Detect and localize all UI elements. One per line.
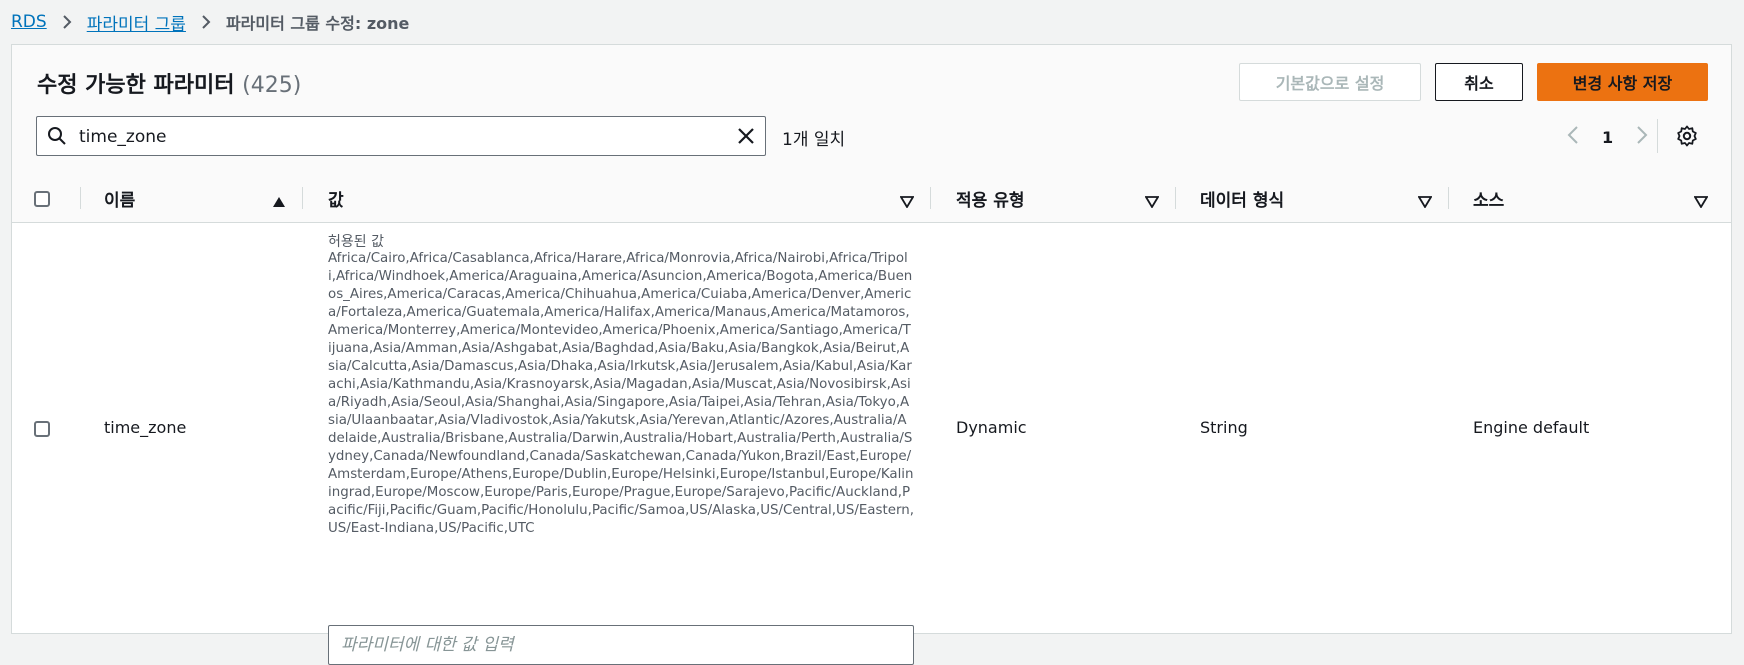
panel-title: 수정 가능한 파라미터 (425) bbox=[37, 67, 301, 99]
save-changes-button[interactable]: 변경 사항 저장 bbox=[1537, 63, 1708, 101]
column-header-label: 데이터 형식 bbox=[1200, 191, 1285, 211]
column-divider bbox=[302, 187, 303, 209]
current-page-number[interactable]: 1 bbox=[1602, 128, 1613, 147]
column-header-label: 소스 bbox=[1473, 191, 1505, 211]
row-select-cell bbox=[34, 421, 50, 437]
table-header: 이름 값 적용 유형 데이터 형식 소스 bbox=[12, 175, 1731, 223]
column-divider bbox=[80, 187, 81, 209]
data-type-value: String bbox=[1200, 418, 1248, 437]
chevron-right-icon bbox=[61, 14, 73, 30]
column-header-label: 값 bbox=[328, 191, 344, 211]
column-divider bbox=[1175, 187, 1176, 209]
panel-header: 수정 가능한 파라미터 (425) 기본값으로 설정 취소 변경 사항 저장 1… bbox=[12, 45, 1731, 176]
row-checkbox[interactable] bbox=[34, 421, 50, 437]
parameter-name: time_zone bbox=[104, 418, 187, 437]
sort-descending-icon[interactable] bbox=[1417, 193, 1433, 213]
select-all-cell bbox=[34, 175, 50, 222]
column-header-source[interactable]: 소스 bbox=[1473, 175, 1504, 222]
column-header-label: 적용 유형 bbox=[956, 191, 1025, 211]
table-row: time_zone 허용된 값 Africa/Cairo,Africa/Casa… bbox=[12, 223, 1731, 665]
search-icon bbox=[47, 126, 67, 150]
apply-type-value: Dynamic bbox=[956, 418, 1027, 437]
breadcrumb-rds-link[interactable]: RDS bbox=[11, 12, 47, 32]
source-value: Engine default bbox=[1473, 418, 1590, 437]
pagination: 1 bbox=[1566, 124, 1649, 150]
reset-to-default-button[interactable]: 기본값으로 설정 bbox=[1239, 63, 1421, 101]
breadcrumb: RDS 파라미터 그룹 파라미터 그룹 수정: zone bbox=[11, 10, 410, 35]
sort-descending-icon[interactable] bbox=[1144, 193, 1160, 213]
breadcrumb-current: 파라미터 그룹 수정: zone bbox=[225, 14, 410, 33]
allowed-values-text: Africa/Cairo,Africa/Casablanca,Africa/Ha… bbox=[328, 251, 914, 536]
clear-search-icon[interactable] bbox=[735, 125, 757, 151]
column-divider bbox=[930, 187, 931, 209]
parameters-panel: 수정 가능한 파라미터 (425) 기본값으로 설정 취소 변경 사항 저장 1… bbox=[11, 44, 1732, 665]
column-header-data-type[interactable]: 데이터 형식 bbox=[1200, 175, 1284, 222]
sort-descending-icon[interactable] bbox=[899, 193, 915, 213]
column-header-name[interactable]: 이름 bbox=[104, 175, 135, 222]
parameter-value-input[interactable] bbox=[328, 625, 914, 665]
column-header-apply-type[interactable]: 적용 유형 bbox=[956, 175, 1024, 222]
column-divider bbox=[1448, 187, 1449, 209]
chevron-right-icon bbox=[200, 14, 212, 30]
sort-descending-icon[interactable] bbox=[1693, 193, 1709, 213]
gear-icon[interactable] bbox=[1676, 125, 1698, 151]
search-field[interactable] bbox=[36, 116, 766, 156]
sort-ascending-icon[interactable] bbox=[272, 193, 286, 213]
search-input[interactable] bbox=[77, 123, 721, 151]
breadcrumb-parameter-groups-link[interactable]: 파라미터 그룹 bbox=[87, 10, 186, 35]
cancel-button[interactable]: 취소 bbox=[1435, 63, 1523, 101]
column-header-label: 이름 bbox=[104, 191, 136, 211]
parameter-count: (425) bbox=[242, 73, 302, 98]
allowed-values-label: 허용된 값 bbox=[328, 234, 384, 250]
panel-title-text: 수정 가능한 파라미터 bbox=[37, 73, 235, 98]
select-all-checkbox[interactable] bbox=[34, 190, 50, 207]
pager-divider bbox=[1657, 119, 1658, 153]
column-header-value[interactable]: 값 bbox=[328, 175, 344, 222]
match-count: 1개 일치 bbox=[782, 130, 846, 150]
chevron-right-icon[interactable] bbox=[1635, 124, 1649, 150]
chevron-left-icon[interactable] bbox=[1566, 124, 1580, 150]
